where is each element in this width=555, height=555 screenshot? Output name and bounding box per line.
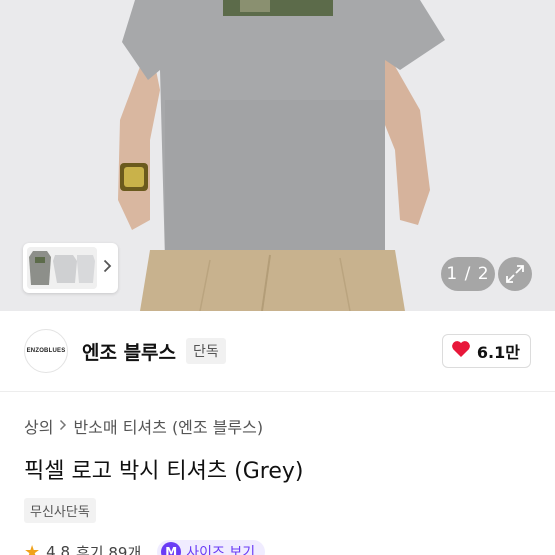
size-icon: M — [161, 542, 182, 555]
breadcrumb: 상의 반소매 티셔츠 (엔조 블루스) — [24, 414, 263, 438]
exclusive-badge: 단독 — [186, 338, 226, 364]
rating-row: ★ 4.8 후기 89개 M 사이즈 보기 — [24, 540, 266, 555]
star-icon: ★ — [24, 541, 41, 555]
exclusive-tag: 무신사단독 — [24, 498, 96, 523]
section-divider — [0, 391, 555, 392]
chevron-right-icon — [59, 417, 67, 435]
rating-score: 4.8 — [46, 543, 70, 555]
brand-logo[interactable]: ENZOBLUES — [24, 329, 68, 373]
image-counter: 1 / 2 — [441, 257, 495, 291]
size-view-label: 사이즈 보기 — [186, 545, 256, 555]
size-view-button[interactable]: M 사이즈 보기 — [157, 540, 266, 555]
heart-icon — [451, 340, 471, 362]
like-button[interactable]: 6.1만 — [441, 334, 531, 368]
thumbnail-image[interactable] — [27, 247, 97, 289]
like-count: 6.1만 — [476, 343, 520, 362]
product-title: 픽셀 로고 박시 티셔츠 (Grey) — [24, 459, 304, 484]
brand-row: ENZOBLUES 엔조 블루스 단독 6.1만 — [0, 311, 555, 391]
expand-icon[interactable] — [498, 257, 532, 291]
breadcrumb-item-tops[interactable]: 상의 — [24, 414, 53, 438]
brand-name[interactable]: 엔조 블루스 — [82, 338, 176, 365]
thumbnail-strip[interactable] — [23, 243, 118, 293]
chevron-right-icon[interactable] — [103, 259, 112, 277]
breadcrumb-item-category[interactable]: 반소매 티셔츠 (엔조 블루스) — [73, 414, 263, 438]
review-count[interactable]: 후기 89개 — [76, 542, 141, 555]
product-image-gallery[interactable]: 1 / 2 — [0, 0, 555, 311]
